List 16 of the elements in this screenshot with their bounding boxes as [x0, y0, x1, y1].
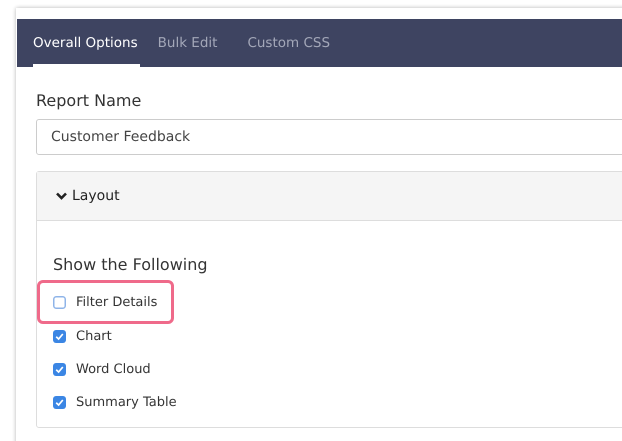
checkbox[interactable] [53, 396, 66, 409]
section-heading: Show the Following [53, 255, 208, 274]
checkbox-label: Word Cloud [76, 362, 151, 377]
tab[interactable]: Overall Options [33, 19, 140, 67]
checkbox-label: Summary Table [76, 395, 177, 410]
checkbox[interactable] [53, 296, 66, 308]
checkbox[interactable] [53, 330, 66, 343]
checkbox[interactable] [53, 363, 66, 376]
checkbox-label: Filter Details [76, 294, 158, 310]
field-label: Report Name [36, 91, 142, 110]
tab[interactable]: Bulk Edit [158, 19, 230, 67]
chevron-icon [55, 191, 68, 201]
input-field[interactable]: Customer Feedback [36, 119, 622, 155]
checkbox-label: Chart [76, 329, 112, 344]
tab[interactable]: Custom CSS [247, 19, 342, 67]
section-header[interactable]: Layout [37, 172, 622, 221]
